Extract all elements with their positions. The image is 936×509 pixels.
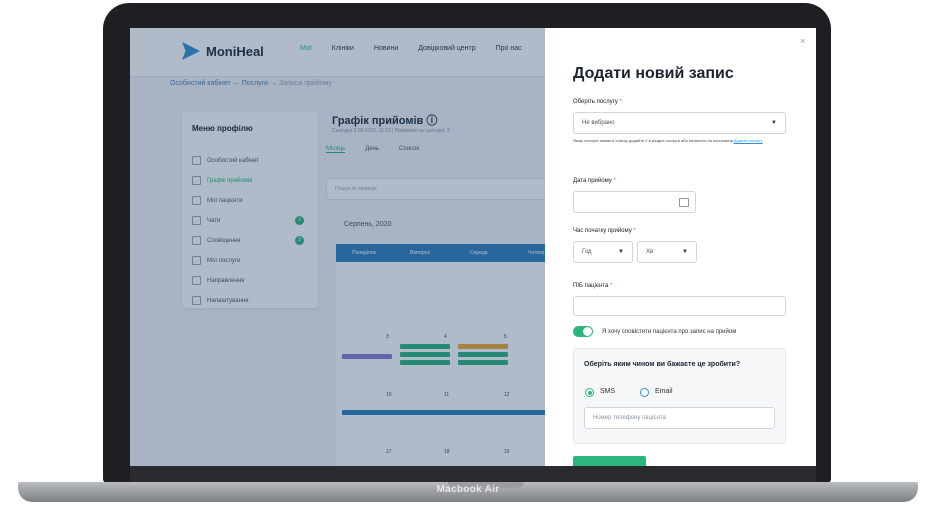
phone-input[interactable]: Номер телефону пацієнта bbox=[584, 407, 775, 429]
hour-select[interactable]: Год ▼ bbox=[573, 241, 633, 263]
notify-question: Оберіть яким чином ви бажаєте це зробити… bbox=[584, 361, 741, 368]
email-radio[interactable] bbox=[640, 388, 649, 397]
calendar-icon[interactable] bbox=[679, 198, 689, 207]
service-hint: Якщо послуги немає в списку додайте її в… bbox=[573, 138, 798, 143]
date-input[interactable] bbox=[573, 191, 696, 213]
laptop-hinge bbox=[130, 466, 816, 482]
minute-select-value: Хв bbox=[646, 249, 654, 255]
service-label-text: Оберіть послугу bbox=[573, 99, 618, 105]
submit-button[interactable] bbox=[573, 456, 646, 466]
date-label: Дата прийому * bbox=[573, 178, 616, 184]
required-mark: * bbox=[633, 228, 636, 234]
required-mark: * bbox=[613, 178, 616, 184]
service-select-value: Не вибрано bbox=[582, 120, 615, 126]
close-icon[interactable]: × bbox=[800, 36, 805, 46]
patient-name-label: ПІБ пацієнта * bbox=[573, 283, 612, 289]
patient-name-input[interactable] bbox=[573, 296, 786, 316]
chevron-down-icon: ▼ bbox=[682, 249, 688, 255]
required-mark: * bbox=[610, 283, 613, 289]
modal-title: Додати новий запис bbox=[573, 65, 734, 82]
device-label: Macbook Air bbox=[436, 484, 500, 495]
minute-select[interactable]: Хв ▼ bbox=[637, 241, 697, 263]
hour-select-value: Год bbox=[582, 249, 592, 255]
service-hint-text: Якщо послуги немає в списку додайте її в… bbox=[573, 138, 733, 143]
patient-name-label-text: ПІБ пацієнта bbox=[573, 283, 609, 289]
toggle-knob bbox=[583, 327, 592, 336]
chevron-down-icon: ▼ bbox=[618, 249, 624, 255]
email-radio-label: Email bbox=[655, 388, 673, 395]
required-mark: * bbox=[619, 99, 622, 105]
time-label: Час початку прийому * bbox=[573, 228, 636, 234]
modal-layer: × Додати новий запис Оберіть послугу * Н… bbox=[130, 28, 816, 466]
notify-toggle[interactable] bbox=[573, 326, 593, 337]
notify-toggle-label: Я хочу сповістити пацієнта про запис на … bbox=[602, 329, 737, 335]
date-label-text: Дата прийому bbox=[573, 178, 612, 184]
service-select[interactable]: Не вибрано ▼ bbox=[573, 112, 786, 134]
sms-radio[interactable] bbox=[585, 388, 594, 397]
sms-radio-label: SMS bbox=[600, 388, 616, 395]
service-label: Оберіть послугу * bbox=[573, 99, 622, 105]
time-label-text: Час початку прийому bbox=[573, 228, 632, 234]
chevron-down-icon: ▼ bbox=[771, 120, 777, 126]
add-service-link[interactable]: Додати послугу bbox=[734, 138, 763, 143]
